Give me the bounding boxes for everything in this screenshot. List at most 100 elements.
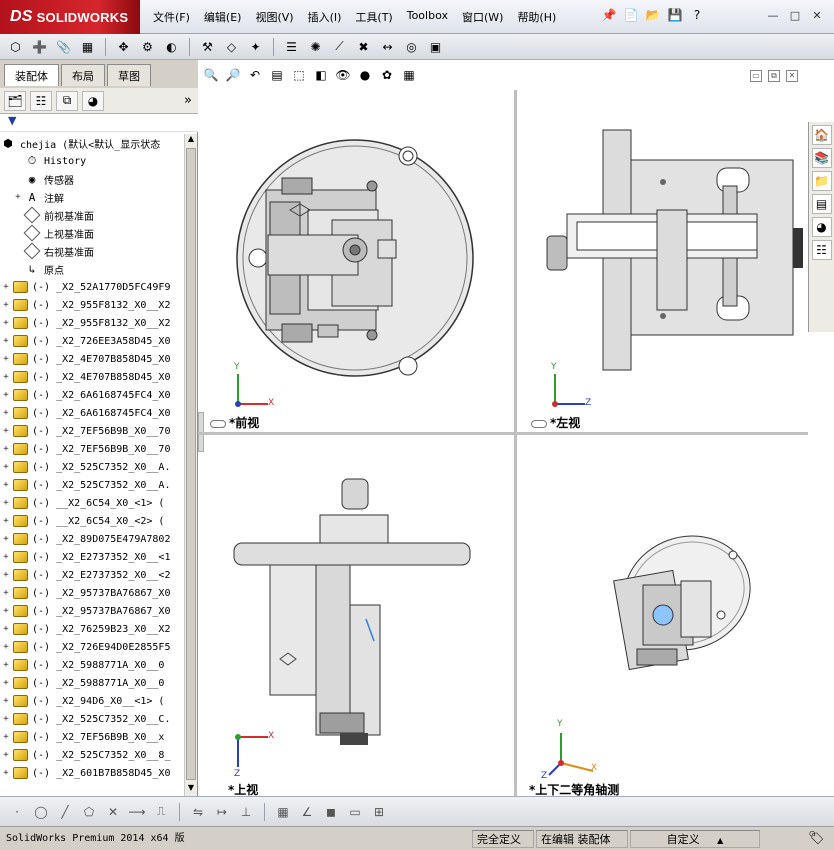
insert-component-icon[interactable]: ➕ bbox=[30, 37, 49, 56]
viewport-close-icon[interactable]: ✕ bbox=[786, 70, 798, 82]
tree-component-row[interactable]: + (-) _X2_95737BA76867_X0 bbox=[0, 602, 184, 620]
feature-manager-tree-icon[interactable]: 🗂 bbox=[4, 90, 26, 111]
point-icon[interactable]: · bbox=[8, 803, 26, 821]
tree-item[interactable]: ↳ 原点 bbox=[0, 260, 184, 278]
tree-expander[interactable]: + bbox=[0, 282, 12, 292]
component-pattern-icon[interactable]: ▦ bbox=[78, 37, 97, 56]
scroll-down-icon[interactable]: ▼ bbox=[185, 783, 197, 796]
file-explorer-icon[interactable]: 📁 bbox=[811, 171, 832, 191]
menu-file[interactable]: 文件(F) bbox=[146, 9, 197, 25]
expand-panel-icon[interactable]: » bbox=[184, 93, 192, 108]
scroll-up-icon[interactable]: ▲ bbox=[185, 134, 197, 147]
menu-view[interactable]: 视图(V) bbox=[248, 9, 300, 25]
show-hidden-icon[interactable]: ◐ bbox=[162, 37, 181, 56]
viewport-left[interactable]: Y Z *左视 bbox=[517, 90, 808, 432]
menu-insert[interactable]: 插入(I) bbox=[301, 9, 349, 25]
move-component-icon[interactable]: ✥ bbox=[114, 37, 133, 56]
line-icon[interactable]: ╱ bbox=[56, 803, 74, 821]
tree-component-row[interactable]: + (-) _X2_4E707B858D45_X0 bbox=[0, 368, 184, 386]
viewport-link-icon[interactable]: ⧉ bbox=[768, 70, 780, 82]
relation-icon[interactable]: ⊥ bbox=[237, 803, 255, 821]
tree-component-row[interactable]: + (-) _X2_525C7352_X0__A. bbox=[0, 476, 184, 494]
solidworks-logo[interactable]: DS SOLIDWORKS bbox=[0, 0, 140, 34]
tree-component-row[interactable]: + (-) _X2_6A6168745FC4_X0 bbox=[0, 404, 184, 422]
tree-item[interactable]: 前视基准面 bbox=[0, 206, 184, 224]
explode-line-icon[interactable]: ⟋ bbox=[330, 37, 349, 56]
tree-expander[interactable]: + bbox=[0, 660, 12, 670]
new-motion-study-icon[interactable]: ✦ bbox=[246, 37, 265, 56]
tree-expander[interactable]: + bbox=[0, 732, 12, 742]
bill-of-materials-icon[interactable]: ☰ bbox=[282, 37, 301, 56]
property-manager-icon[interactable]: ☷ bbox=[30, 90, 52, 111]
tree-scrollbar[interactable]: ▲ ▼ bbox=[184, 134, 197, 796]
tree-component-row[interactable]: + (-) _X2_5988771A_X0__0 bbox=[0, 674, 184, 692]
dimension-icon[interactable]: ↦ bbox=[213, 803, 231, 821]
viewport-isometric[interactable]: Y X Z *上下二等角轴测 bbox=[517, 435, 808, 797]
pin-icon[interactable]: 📌 bbox=[600, 6, 618, 24]
new-document-icon[interactable]: 📄 bbox=[622, 6, 640, 24]
tree-component-row[interactable]: + (-) _X2_955F8132_X0__X2 bbox=[0, 314, 184, 332]
tree-root[interactable]: ⬢ chejia (默认<默认_显示状态 bbox=[0, 134, 184, 152]
tree-component-row[interactable]: + (-) _X2_7EF56B9B_X0__70 bbox=[0, 440, 184, 458]
tree-expander[interactable]: + bbox=[0, 714, 12, 724]
tree-component-row[interactable]: + (-) _X2_89D075E479A7802 bbox=[0, 530, 184, 548]
tree-expander[interactable]: + bbox=[0, 480, 12, 490]
extend-icon[interactable]: ⟶ bbox=[128, 803, 146, 821]
tree-component-row[interactable]: + (-) _X2_601B7B858D45_X0 bbox=[0, 764, 184, 782]
tab-layout[interactable]: 布局 bbox=[61, 64, 105, 86]
solidworks-resources-icon[interactable]: 🏠 bbox=[811, 125, 832, 145]
tree-expander[interactable]: + bbox=[0, 300, 12, 310]
tree-expander[interactable]: + bbox=[0, 624, 12, 634]
graphics-area[interactable]: 🔍 🔎 ↶ ▤ ⬚ ◧ 👁 ● ✿ ▦ ▭ ⧉ ✕ Y X *前视 Y Z *左… bbox=[198, 60, 834, 797]
view-settings-icon[interactable]: ▦ bbox=[400, 66, 418, 84]
angle-icon[interactable]: ∠ bbox=[298, 803, 316, 821]
appearance-icon[interactable]: ● bbox=[356, 66, 374, 84]
tree-expander[interactable]: + bbox=[0, 354, 12, 364]
tree-component-row[interactable]: + (-) __X2_6C54_X0_<2> ( bbox=[0, 512, 184, 530]
trim-icon[interactable]: ✕ bbox=[104, 803, 122, 821]
edit-component-icon[interactable]: ⬡ bbox=[6, 37, 25, 56]
display-style-icon[interactable]: ◧ bbox=[312, 66, 330, 84]
four-view-icon[interactable]: ⊞ bbox=[370, 803, 388, 821]
tree-item[interactable]: 右视基准面 bbox=[0, 242, 184, 260]
design-library-icon[interactable]: 📚 bbox=[811, 148, 832, 168]
menu-toolbox[interactable]: Toolbox bbox=[400, 9, 455, 25]
menu-help[interactable]: 帮助(H) bbox=[510, 9, 563, 25]
circle-icon[interactable]: ◯ bbox=[32, 803, 50, 821]
menu-tools[interactable]: 工具(T) bbox=[348, 9, 399, 25]
tree-component-row[interactable]: + (-) _X2_955F8132_X0__X2 bbox=[0, 296, 184, 314]
open-folder-icon[interactable]: 📂 bbox=[644, 6, 662, 24]
tree-expander[interactable]: + bbox=[0, 642, 12, 652]
tree-component-row[interactable]: + (-) _X2_4E707B858D45_X0 bbox=[0, 350, 184, 368]
tree-expander[interactable]: + bbox=[12, 192, 24, 202]
grid-icon[interactable]: ▦ bbox=[274, 803, 292, 821]
tree-expander[interactable]: + bbox=[0, 588, 12, 598]
assembly-features-icon[interactable]: ⚒ bbox=[198, 37, 217, 56]
tree-component-row[interactable]: + (-) _X2_6A6168745FC4_X0 bbox=[0, 386, 184, 404]
instant3d-icon[interactable]: ▣ bbox=[426, 37, 445, 56]
save-icon[interactable]: 💾 bbox=[666, 6, 684, 24]
tree-component-row[interactable]: + (-) _X2_525C7352_X0__8_ bbox=[0, 746, 184, 764]
tree-expander[interactable]: + bbox=[0, 552, 12, 562]
tree-expander[interactable]: + bbox=[0, 372, 12, 382]
polygon-icon[interactable]: ⬠ bbox=[80, 803, 98, 821]
tree-expander[interactable]: + bbox=[0, 534, 12, 544]
viewport-top[interactable]: X Z *上视 bbox=[198, 435, 514, 797]
viewport-front[interactable]: Y X *前视 bbox=[198, 90, 514, 432]
tree-component-row[interactable]: + (-) _X2_76259B23_X0__X2 bbox=[0, 620, 184, 638]
appearances-scenes-icon[interactable]: ◕ bbox=[811, 217, 832, 237]
minimize-icon[interactable]: — bbox=[766, 8, 780, 22]
tree-item[interactable]: 上视基准面 bbox=[0, 224, 184, 242]
tree-expander[interactable]: + bbox=[0, 444, 12, 454]
filter-icon[interactable]: ▼ bbox=[8, 114, 16, 127]
tree-expander[interactable]: + bbox=[0, 696, 12, 706]
tree-expander[interactable]: + bbox=[0, 498, 12, 508]
tree-expander[interactable]: + bbox=[0, 678, 12, 688]
section-view-icon[interactable]: ▤ bbox=[268, 66, 286, 84]
view-orientation-icon[interactable]: ⬚ bbox=[290, 66, 308, 84]
window-tile-icon[interactable]: ▭ bbox=[346, 803, 364, 821]
tree-expander[interactable]: + bbox=[0, 336, 12, 346]
smart-fastener-icon[interactable]: ⚙ bbox=[138, 37, 157, 56]
shaded-cube-icon[interactable]: ◼ bbox=[322, 803, 340, 821]
tree-expander[interactable]: + bbox=[0, 408, 12, 418]
